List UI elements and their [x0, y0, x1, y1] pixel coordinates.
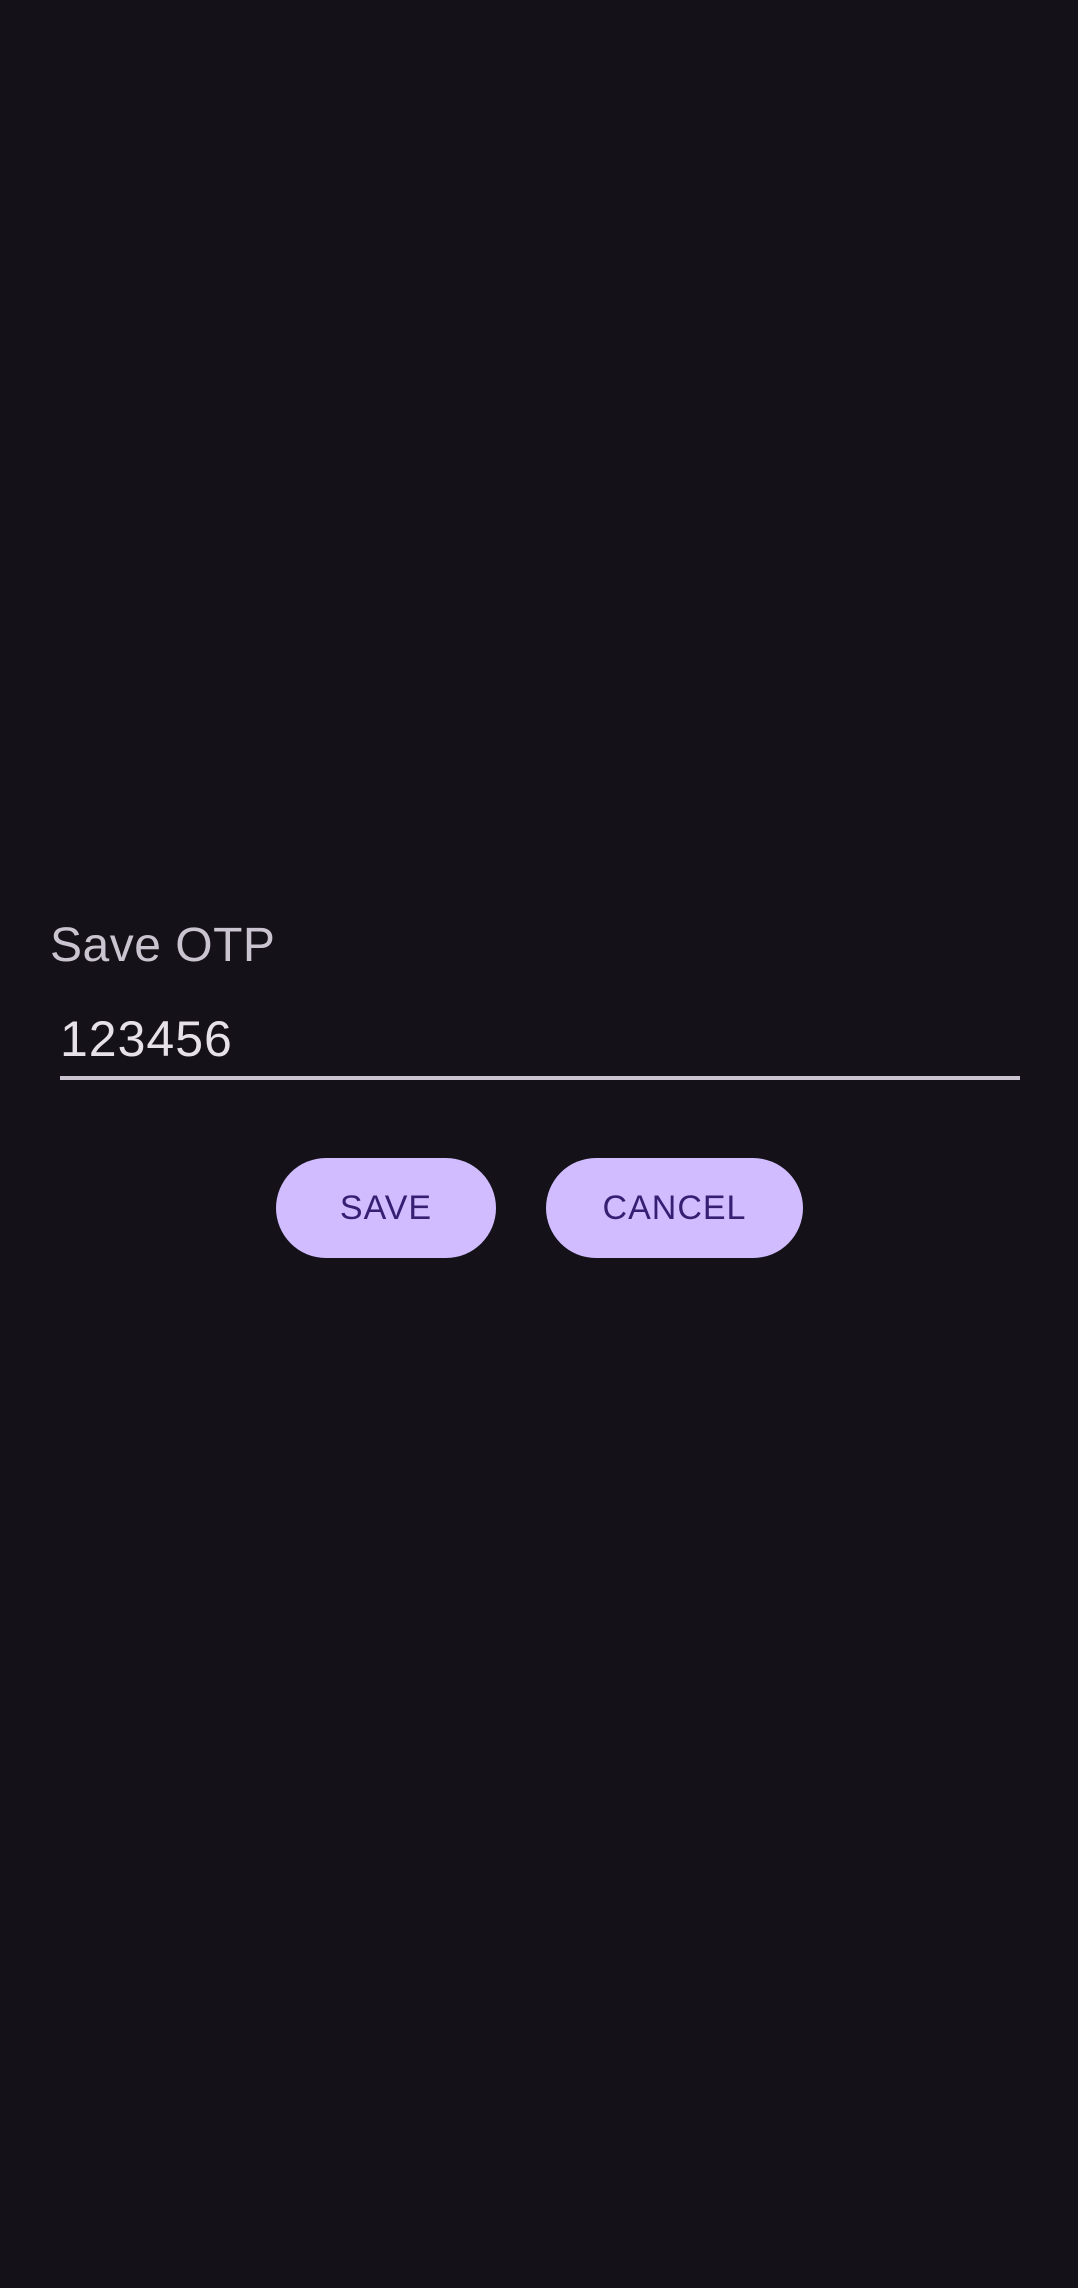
otp-field[interactable] [60, 1000, 1020, 1080]
dialog-title: Save OTP [50, 919, 276, 972]
otp-input[interactable] [60, 1004, 1020, 1074]
save-button[interactable]: SAVE [276, 1158, 496, 1258]
cancel-button[interactable]: CANCEL [546, 1158, 803, 1258]
save-otp-dialog: Save OTP SAVE CANCEL [0, 0, 1078, 2288]
